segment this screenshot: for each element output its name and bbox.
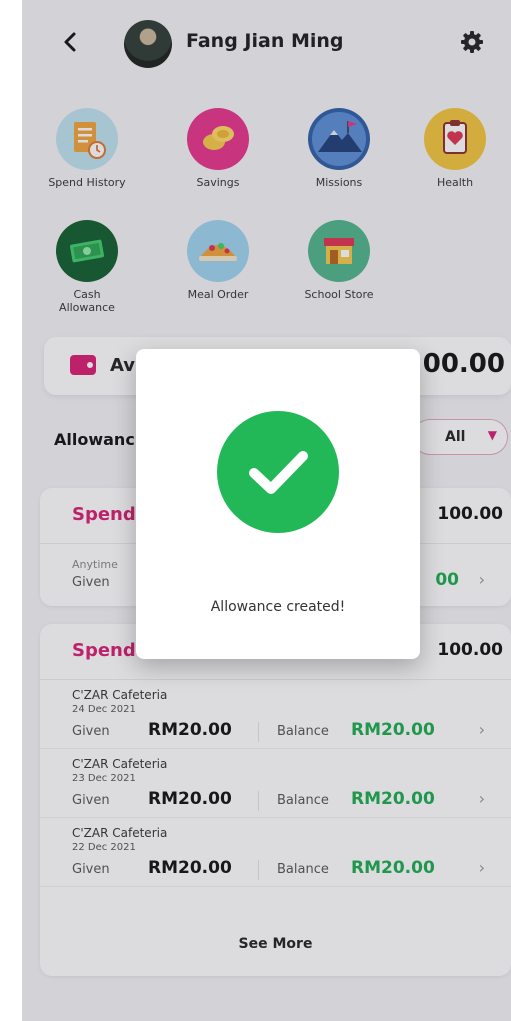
app-screen: Fang Jian Ming Spend History Savings Mis…: [22, 0, 511, 1021]
modal-message: Allowance created!: [210, 599, 346, 615]
check-circle-icon: [217, 411, 339, 533]
success-modal: Allowance created!: [136, 349, 420, 659]
